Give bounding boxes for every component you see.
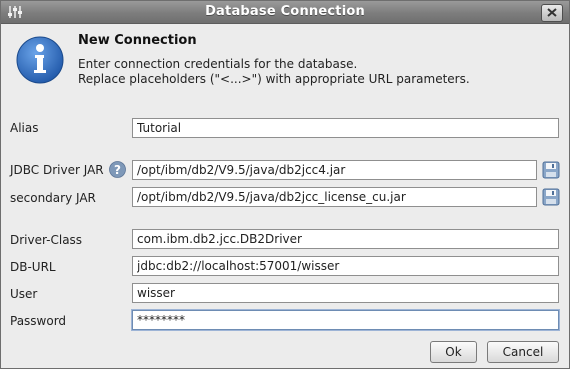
close-button[interactable] xyxy=(541,4,563,22)
driver-class-field[interactable] xyxy=(132,229,559,249)
help-icon[interactable]: ? xyxy=(109,161,126,178)
user-label: User xyxy=(10,287,38,301)
save-icon[interactable] xyxy=(542,188,560,206)
dialog-window: Database Connection New Connection Enter… xyxy=(0,0,570,369)
jdbc-driver-jar-label: JDBC Driver JAR xyxy=(10,163,104,177)
secondary-jar-field[interactable] xyxy=(132,187,537,207)
secondary-jar-label: secondary JAR xyxy=(10,191,96,205)
alias-field[interactable] xyxy=(132,118,559,138)
svg-text:?: ? xyxy=(114,163,121,177)
ok-button[interactable]: Ok xyxy=(430,341,477,363)
header-title: New Connection xyxy=(78,33,197,48)
close-icon xyxy=(547,8,557,17)
header-description: Enter connection credentials for the dat… xyxy=(78,57,470,87)
driver-class-label: Driver-Class xyxy=(10,233,83,247)
description-line-1: Enter connection credentials for the dat… xyxy=(78,57,358,71)
save-icon[interactable] xyxy=(542,161,560,179)
db-url-field[interactable] xyxy=(132,256,559,276)
password-label: Password xyxy=(10,314,67,328)
info-icon xyxy=(15,35,65,85)
cancel-button[interactable]: Cancel xyxy=(487,341,559,363)
titlebar[interactable]: Database Connection xyxy=(1,1,569,24)
jdbc-driver-jar-field[interactable] xyxy=(132,160,537,180)
user-field[interactable] xyxy=(132,283,559,303)
alias-label: Alias xyxy=(10,121,39,135)
description-line-2: Replace placeholders ("<...>") with appr… xyxy=(78,72,470,86)
password-field[interactable] xyxy=(132,310,559,330)
db-url-label: DB-URL xyxy=(10,260,56,274)
window-title: Database Connection xyxy=(205,4,365,19)
